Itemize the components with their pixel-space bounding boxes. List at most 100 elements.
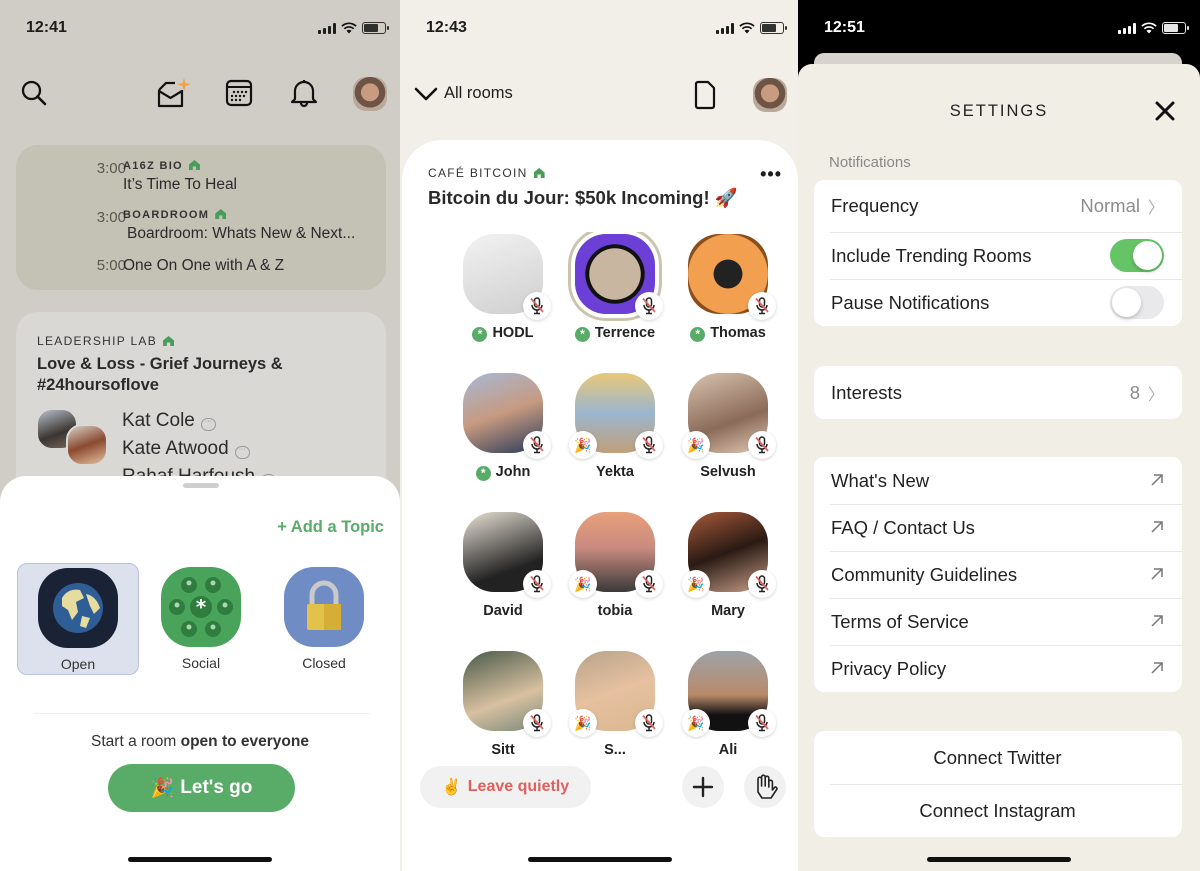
interests-row[interactable]: Interests 8 〉 bbox=[814, 366, 1182, 419]
document-icon[interactable] bbox=[693, 80, 717, 110]
club-house-icon bbox=[533, 168, 545, 178]
new-user-party-icon: 🎉 bbox=[569, 709, 597, 737]
pause-notifications-row: Pause Notifications bbox=[814, 279, 1182, 326]
all-rooms-label: All rooms bbox=[444, 84, 513, 102]
speaker-tile[interactable]: * John bbox=[447, 371, 559, 491]
notifications-bell-icon[interactable] bbox=[290, 78, 318, 108]
speaker-avatar: 🎉 bbox=[682, 651, 776, 737]
settings-screen: 12:51 SETTINGS Notifications Frequency N… bbox=[798, 0, 1200, 871]
speaker-avatar bbox=[463, 234, 551, 320]
raise-hand-button[interactable] bbox=[744, 766, 786, 808]
settings-link-row[interactable]: Privacy Policy bbox=[814, 645, 1182, 692]
settings-link-row[interactable]: Terms of Service bbox=[814, 598, 1182, 645]
speaker-tile[interactable]: Sitt bbox=[447, 649, 559, 769]
settings-link-label: Community Guidelines bbox=[831, 563, 1018, 585]
pause-notifications-toggle[interactable] bbox=[1110, 286, 1164, 319]
muted-mic-icon bbox=[635, 431, 663, 459]
room-type-social[interactable]: * Social bbox=[140, 563, 262, 675]
all-rooms-button[interactable]: All rooms bbox=[414, 84, 513, 103]
speaker-tile[interactable]: 🎉 Yekta bbox=[559, 371, 671, 491]
notifications-group: Frequency Normal 〉 Include Trending Room… bbox=[814, 180, 1182, 326]
settings-title: SETTINGS bbox=[949, 102, 1049, 120]
signal-icon bbox=[716, 22, 734, 34]
room-type-open[interactable]: Open bbox=[17, 563, 139, 675]
frequency-row[interactable]: Frequency Normal 〉 bbox=[814, 180, 1182, 232]
add-topic-link[interactable]: + Add a Topic bbox=[277, 518, 384, 537]
speaker-avatar: 🎉 bbox=[682, 512, 776, 598]
speaker-tile[interactable]: * HODL bbox=[447, 232, 559, 352]
muted-mic-icon bbox=[523, 570, 551, 598]
external-link-arrow-icon bbox=[1150, 470, 1164, 492]
speaker-avatar: 🎉 bbox=[569, 651, 663, 737]
room-screen: 12:43 All rooms CAFÉ BITCOIN Bitcoin du … bbox=[400, 0, 798, 871]
connect-instagram-label: Connect Instagram bbox=[919, 799, 1076, 821]
speaker-tile[interactable]: 🎉 Selvush bbox=[672, 371, 784, 491]
speaker-tile[interactable]: 🎉 S... bbox=[559, 649, 671, 769]
add-person-button[interactable] bbox=[682, 766, 724, 808]
connect-group: Connect Twitter Connect Instagram bbox=[814, 731, 1182, 837]
connect-instagram-button[interactable]: Connect Instagram bbox=[814, 784, 1182, 837]
settings-link-row[interactable]: Community Guidelines bbox=[814, 551, 1182, 598]
room-panel: CAFÉ BITCOIN Bitcoin du Jour: $50k Incom… bbox=[402, 140, 798, 871]
speaker-name: Selvush bbox=[672, 464, 784, 480]
interests-group: Interests 8 〉 bbox=[814, 366, 1182, 419]
speaker-avatar bbox=[66, 424, 108, 466]
external-link-arrow-icon bbox=[1150, 611, 1164, 633]
speaker-name-text: Mary bbox=[711, 603, 745, 619]
speaker-name: David bbox=[447, 603, 559, 619]
event-time: 5:00 bbox=[96, 257, 126, 274]
interests-count: 8 bbox=[1129, 381, 1140, 403]
muted-mic-icon bbox=[748, 292, 776, 320]
lets-go-button[interactable]: 🎉 Let's go bbox=[108, 764, 295, 812]
speaker-name: S... bbox=[559, 742, 671, 758]
profile-avatar[interactable] bbox=[753, 78, 787, 112]
speaker-tile[interactable]: 🎉 tobia bbox=[559, 510, 671, 630]
muted-mic-icon bbox=[748, 709, 776, 737]
plus-icon bbox=[692, 776, 714, 798]
leave-quietly-button[interactable]: ✌️ Leave quietly bbox=[420, 766, 591, 808]
raised-hand-icon bbox=[757, 774, 778, 799]
padlock-icon bbox=[284, 567, 364, 647]
speaker-tile[interactable]: 🎉 Mary bbox=[672, 510, 784, 630]
connect-twitter-button[interactable]: Connect Twitter bbox=[814, 731, 1182, 784]
room-title: Bitcoin du Jour: $50k Incoming! 🚀 bbox=[428, 187, 738, 208]
speaker-tile[interactable]: David bbox=[447, 510, 559, 630]
more-options-icon[interactable]: ••• bbox=[760, 164, 782, 185]
settings-link-row[interactable]: FAQ / Contact Us bbox=[814, 504, 1182, 551]
settings-link-row[interactable]: What's New bbox=[814, 457, 1182, 504]
battery-icon bbox=[1162, 22, 1189, 34]
new-user-party-icon: 🎉 bbox=[682, 570, 710, 598]
upcoming-events-card[interactable]: 3:00 A16Z BIO It’s Time To Heal 3:00 BOA… bbox=[16, 145, 386, 290]
search-icon[interactable] bbox=[20, 79, 48, 107]
muted-mic-icon bbox=[635, 292, 663, 320]
event-club: A16Z BIO bbox=[123, 160, 200, 172]
trending-rooms-toggle[interactable] bbox=[1110, 239, 1164, 272]
speaker-tile[interactable]: 🎉 Ali bbox=[672, 649, 784, 769]
signal-icon bbox=[318, 22, 336, 34]
external-link-arrow-icon bbox=[1150, 517, 1164, 539]
muted-mic-icon bbox=[635, 709, 663, 737]
calendar-icon[interactable] bbox=[225, 79, 253, 107]
speaker-avatar: 🎉 bbox=[682, 373, 776, 459]
sheet-drag-handle[interactable] bbox=[183, 483, 219, 488]
svg-text:*: * bbox=[196, 595, 207, 619]
speaker-avatar bbox=[463, 512, 551, 598]
links-group: What's New FAQ / Contact Us Community Guid… bbox=[814, 457, 1182, 692]
speaker-avatar bbox=[463, 651, 551, 737]
speaker-name-text: Yekta bbox=[596, 464, 634, 480]
speaker-name: Ali bbox=[672, 742, 784, 758]
start-room-sheet: + Add a Topic Open * Social Closed Start… bbox=[0, 476, 400, 871]
speaker-tile[interactable]: * Terrence bbox=[559, 232, 671, 352]
speaker-name-text: S... bbox=[604, 742, 626, 758]
muted-mic-icon bbox=[523, 292, 551, 320]
invite-envelope-icon[interactable] bbox=[156, 77, 192, 109]
speaker-name: Yekta bbox=[559, 464, 671, 480]
lets-go-label: Let's go bbox=[180, 777, 253, 798]
settings-link-label: FAQ / Contact Us bbox=[831, 516, 975, 538]
speaker-tile[interactable]: * Thomas bbox=[672, 232, 784, 352]
moderator-star-icon: * bbox=[690, 327, 706, 342]
room-type-closed[interactable]: Closed bbox=[263, 563, 385, 675]
close-icon[interactable] bbox=[1154, 100, 1176, 122]
speaker-name-text: Terrence bbox=[594, 325, 656, 341]
profile-avatar[interactable] bbox=[353, 77, 387, 111]
